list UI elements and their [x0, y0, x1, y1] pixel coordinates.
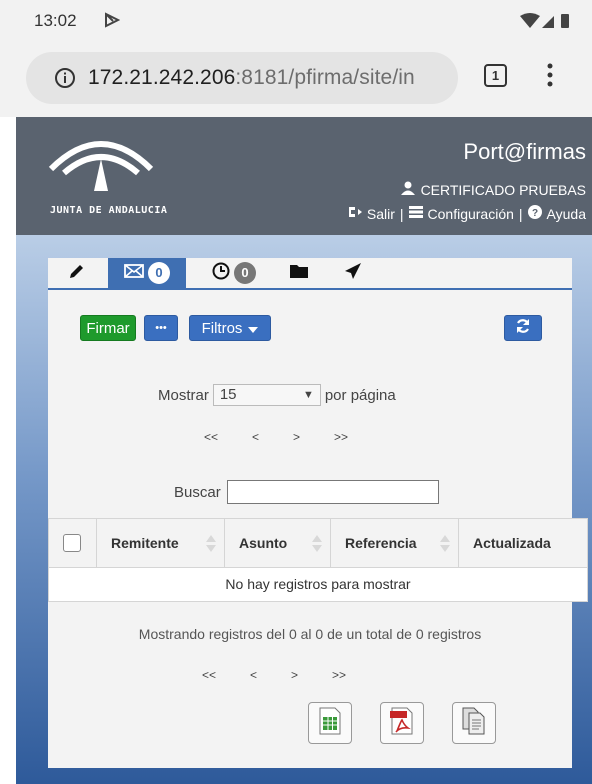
site-header: JUNTA DE ANDALUCIA Port@firmas CERTIFICA… [16, 117, 592, 235]
page-size-control: Mostrar 15 ▼ por página [158, 384, 396, 406]
help-icon: ? [527, 205, 542, 222]
first-page-link[interactable]: << [204, 430, 218, 444]
col-actualizada-label: Actualizada [473, 535, 551, 551]
sort-icon [440, 535, 450, 553]
pager-top: << < > >> [204, 430, 348, 444]
envelope-icon [124, 263, 144, 283]
app-title: Port@firmas [463, 139, 586, 164]
filters-button[interactable]: Filtros [189, 315, 271, 341]
per-page-label: por página [324, 386, 396, 404]
last-page-link[interactable]: >> [332, 668, 346, 682]
select-caret-icon: ▼ [302, 389, 314, 401]
clock-icon [212, 262, 230, 285]
address-bar[interactable]: 172.21.242.206:8181/pfirma/site/in [26, 52, 458, 104]
play-store-notification-icon [104, 12, 121, 33]
help-label: Ayuda [546, 205, 586, 222]
search-label: Buscar [174, 483, 221, 501]
logout-label: Salir [366, 205, 395, 222]
main-panel: 0 0 Firmar ••• Filtros Mostrar 15 ▼ por … [48, 258, 588, 768]
info-icon[interactable] [54, 67, 76, 94]
url-text[interactable]: 172.21.242.206:8181/pfirma/site/in [88, 66, 450, 90]
export-excel-button[interactable] [308, 702, 352, 744]
sort-icon [312, 535, 322, 553]
prev-page-link[interactable]: < [252, 430, 259, 444]
tab-sent[interactable] [338, 258, 368, 288]
tab-archive[interactable] [284, 258, 314, 288]
next-page-link[interactable]: > [291, 668, 298, 682]
link-separator: | [518, 205, 523, 222]
sort-icon [206, 535, 216, 553]
send-icon [344, 262, 362, 285]
pdf-icon [390, 707, 414, 740]
tab-inbox[interactable]: 0 [108, 258, 186, 288]
col-referencia-label: Referencia [345, 535, 417, 551]
status-time: 13:02 [34, 11, 77, 30]
page-size-select[interactable]: 15 ▼ [212, 384, 321, 406]
select-all-cell [49, 519, 97, 567]
url-path: :8181/pfirma/site/in [235, 66, 415, 89]
link-separator: | [399, 205, 404, 222]
col-remitente[interactable]: Remitente [97, 519, 225, 567]
tab-switcher-button[interactable]: 1 [484, 64, 507, 87]
logout-icon [348, 205, 362, 222]
export-pdf-button[interactable] [380, 702, 424, 744]
page: JUNTA DE ANDALUCIA Port@firmas CERTIFICA… [16, 117, 592, 784]
documents-table: Remitente Asunto Referencia Actualizada … [48, 518, 588, 602]
col-referencia[interactable]: Referencia [331, 519, 459, 567]
records-info: Mostrando registros del 0 al 0 de un tot… [138, 626, 482, 642]
prev-page-link[interactable]: < [250, 668, 257, 682]
tab-pending[interactable]: 0 [204, 258, 264, 288]
table-header: Remitente Asunto Referencia Actualizada [48, 518, 588, 568]
more-actions-button[interactable]: ••• [144, 315, 178, 341]
pencil-icon [68, 262, 86, 285]
header-links: Salir | Configuración | ? Ayuda [348, 205, 586, 222]
pending-count-badge: 0 [234, 262, 256, 284]
search-input[interactable] [226, 480, 439, 504]
col-asunto-label: Asunto [239, 535, 288, 551]
document-icon [461, 707, 487, 740]
col-actualizada[interactable]: Actualizada [459, 519, 589, 567]
logo-text: JUNTA DE ANDALUCIA [50, 205, 168, 216]
folder-icon [289, 263, 309, 284]
empty-row: No hay registros para mostrar [48, 568, 588, 602]
sign-button[interactable]: Firmar [80, 315, 136, 341]
url-host: 172.21.242.206 [88, 66, 236, 89]
user-info: CERTIFICADO PRUEBAS [400, 181, 586, 198]
status-bar: 13:02 [0, 0, 592, 40]
filters-label: Filtros [201, 319, 243, 337]
search-control: Buscar [174, 480, 439, 504]
export-document-button[interactable] [452, 702, 496, 744]
col-asunto[interactable]: Asunto [225, 519, 331, 567]
page-size-value: 15 [219, 386, 237, 403]
folder-tabs: 0 0 [48, 258, 572, 290]
tab-drafts[interactable] [62, 258, 92, 288]
browser-menu-icon[interactable] [546, 62, 554, 93]
inbox-count-badge: 0 [148, 262, 170, 284]
signal-battery-icons [520, 13, 572, 34]
caret-down-icon [248, 320, 259, 337]
next-page-link[interactable]: > [293, 430, 300, 444]
first-page-link[interactable]: << [202, 668, 216, 682]
svg-text:?: ? [531, 208, 537, 219]
pager-bottom: << < > >> [202, 668, 346, 682]
user-name: CERTIFICADO PRUEBAS [420, 181, 586, 198]
settings-link[interactable]: Configuración [408, 205, 514, 222]
settings-label: Configuración [427, 205, 514, 222]
refresh-icon [515, 318, 531, 338]
show-label: Mostrar [158, 386, 209, 404]
select-all-checkbox[interactable] [63, 534, 81, 552]
help-link[interactable]: ? Ayuda [527, 205, 586, 222]
spreadsheet-icon [318, 707, 342, 740]
user-icon [400, 181, 415, 198]
junta-andalucia-logo [46, 129, 156, 206]
browser-toolbar: 172.21.242.206:8181/pfirma/site/in 1 [0, 40, 592, 117]
logout-link[interactable]: Salir [348, 205, 395, 222]
refresh-button[interactable] [504, 315, 542, 341]
col-remitente-label: Remitente [111, 535, 179, 551]
settings-icon [408, 205, 423, 222]
last-page-link[interactable]: >> [334, 430, 348, 444]
